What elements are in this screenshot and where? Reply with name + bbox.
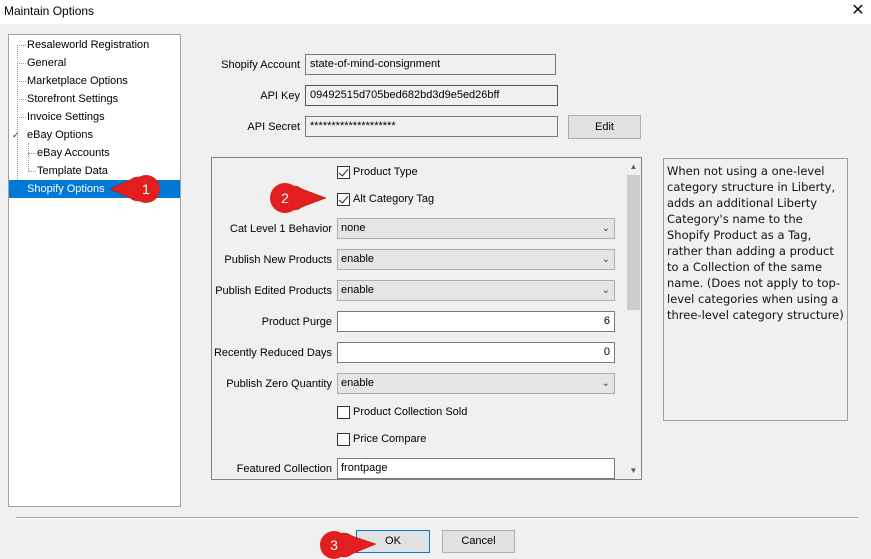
tree-item-storefront-settings[interactable]: Storefront Settings [25,90,120,108]
product-collection-sold-checkbox[interactable]: Product Collection Sold [337,405,467,421]
publish-new-value: enable [341,253,375,265]
scroll-up-icon[interactable]: ▲ [626,159,641,174]
tree-item-invoice-settings[interactable]: Invoice Settings [25,108,107,126]
annotation-number: 2 [281,190,289,206]
publish-new-select[interactable]: enable ⌄ [337,249,615,270]
product-type-checkbox[interactable]: Product Type [337,165,418,181]
annotation-badge-3: 3 [320,531,377,559]
publish-zero-value: enable [341,377,375,389]
publish-zero-select[interactable]: enable ⌄ [337,373,615,394]
annotation-number: 1 [142,181,150,197]
featured-collection-input[interactable]: frontpage [337,458,615,479]
cat-level-1-value: none [341,222,366,234]
alt-category-tag-checkbox[interactable]: Alt Category Tag [337,192,434,208]
cat-level-1-select[interactable]: none ⌄ [337,218,615,239]
edit-button[interactable]: Edit [568,115,641,139]
recently-reduced-input[interactable]: 0 [337,342,615,363]
chevron-down-icon: ⌄ [601,285,610,296]
options-tree[interactable]: ✓ Resaleworld Registration General Marke… [8,34,181,507]
publish-edited-select[interactable]: enable ⌄ [337,280,615,301]
tree-item-resaleworld-registration[interactable]: Resaleworld Registration [25,36,151,54]
product-purge-label: Product Purge [261,316,332,328]
title-bar: Maintain Options ✕ [0,0,871,24]
annotation-badge-2: 2 [270,183,327,213]
help-text-box: When not using a one-level category stru… [663,158,848,421]
shopify-account-field[interactable]: state-of-mind-consignment [305,54,556,75]
tree-item-marketplace-options[interactable]: Marketplace Options [25,72,130,90]
api-key-field[interactable]: 09492515d705bed682bd3d9e5ed26bff [305,85,558,106]
product-purge-input[interactable]: 6 [337,311,615,332]
price-compare-checkbox[interactable]: Price Compare [337,432,426,448]
api-secret-label: API Secret [247,121,300,133]
close-icon[interactable]: ✕ [847,1,869,21]
publish-edited-label: Publish Edited Products [215,285,332,297]
publish-zero-label: Publish Zero Quantity [226,378,332,390]
vertical-scrollbar[interactable]: ▲ ▼ [626,158,641,479]
tree-item-template-data[interactable]: Template Data [35,162,110,180]
annotation-number: 3 [330,537,338,553]
api-key-label: API Key [260,90,300,102]
chevron-down-icon: ⌄ [601,223,610,234]
publish-new-label: Publish New Products [224,254,332,266]
checkbox-checked-icon[interactable] [337,165,350,179]
publish-edited-value: enable [341,284,375,296]
checkbox-unchecked-icon[interactable] [337,405,350,419]
recently-reduced-label: Recently Reduced Days [213,347,332,359]
footer-divider [16,517,858,519]
expand-chevron-icon[interactable]: ✓ [12,130,20,140]
scrollbar-thumb[interactable] [627,175,640,310]
tree-item-ebay-options[interactable]: eBay Options [25,126,95,144]
checkbox-unchecked-icon[interactable] [337,432,350,446]
cancel-button[interactable]: Cancel [442,530,515,553]
checkbox-checked-icon[interactable] [337,192,350,206]
annotation-badge-1: 1 [109,175,160,203]
shopify-account-label: Shopify Account [221,59,300,71]
api-secret-field[interactable]: ******************** [305,116,558,137]
tree-item-ebay-accounts[interactable]: eBay Accounts [35,144,112,162]
tree-connector [28,143,29,171]
featured-collection-label: Featured Collection [236,463,332,475]
chevron-down-icon: ⌄ [601,254,610,265]
tree-item-general[interactable]: General [25,54,68,72]
scroll-down-icon[interactable]: ▼ [626,463,641,478]
cat-level-1-label: Cat Level 1 Behavior [229,223,332,235]
window-title: Maintain Options [4,4,95,18]
chevron-down-icon: ⌄ [601,378,610,389]
